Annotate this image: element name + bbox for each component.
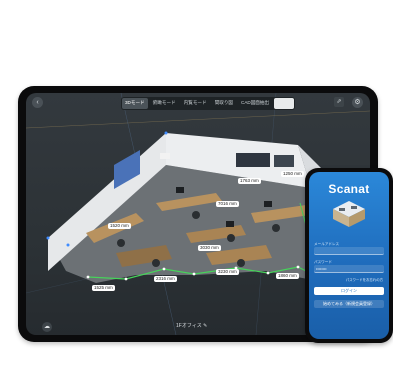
measurement-label[interactable]: 2316 mm	[154, 276, 177, 282]
measurement-label[interactable]: 1520 mm	[108, 223, 131, 229]
password-field[interactable]: ••••••••	[314, 265, 384, 273]
tab-3d-mode[interactable]: 3Dモード	[122, 98, 148, 109]
share-icon[interactable]: ⇗	[334, 97, 344, 107]
floor-name[interactable]: 1Fオフィス ✎	[176, 322, 207, 329]
phone-login-screen: Scanat メールアドレス パスワード •••••••• パスワードをお忘れの…	[309, 172, 389, 339]
measurement-label[interactable]: 1525 mm	[92, 285, 115, 291]
email-field[interactable]	[314, 247, 384, 255]
measurement-label[interactable]: 1250 mm	[281, 171, 304, 177]
tab-overview-mode[interactable]: 俯瞰モード	[150, 98, 179, 109]
tab-extra[interactable]	[274, 98, 295, 109]
phone-device: Scanat メールアドレス パスワード •••••••• パスワードをお忘れの…	[305, 168, 393, 343]
forgot-password-link[interactable]: パスワードをお忘れの方	[346, 277, 383, 282]
measurement-label[interactable]: 7016 mm	[216, 201, 239, 207]
floor-name-text: 1Fオフィス	[176, 323, 202, 329]
gear-icon[interactable]: ⚙	[352, 97, 363, 108]
measurement-label[interactable]: 3230 mm	[216, 269, 239, 275]
signup-button[interactable]: 始めてみる（新規会員登録）	[314, 300, 384, 308]
back-icon[interactable]: ‹	[32, 97, 43, 108]
tab-cad-extract[interactable]: CAD図面抽出	[238, 98, 272, 109]
3d-room-illustration	[333, 201, 365, 227]
login-button[interactable]: ログイン	[314, 287, 384, 295]
tab-walkthrough-mode[interactable]: 内覧モード	[181, 98, 210, 109]
top-toolbar: ‹ 3Dモード 俯瞰モード 内覧モード 間取り図 CAD図面抽出 ⇗ ⚙	[26, 93, 370, 111]
view-mode-tabs: 3Dモード 俯瞰モード 内覧モード 間取り図 CAD図面抽出	[121, 97, 296, 110]
app-logo: Scanat	[328, 182, 370, 196]
measurement-label[interactable]: 1763 mm	[238, 178, 261, 184]
tab-floorplan[interactable]: 間取り図	[212, 98, 236, 109]
measurement-label[interactable]: 1860 mm	[276, 273, 299, 279]
pencil-icon[interactable]: ✎	[203, 323, 207, 329]
measurement-label[interactable]: 3030 mm	[198, 245, 221, 251]
cloud-icon[interactable]: ☁	[42, 322, 52, 332]
